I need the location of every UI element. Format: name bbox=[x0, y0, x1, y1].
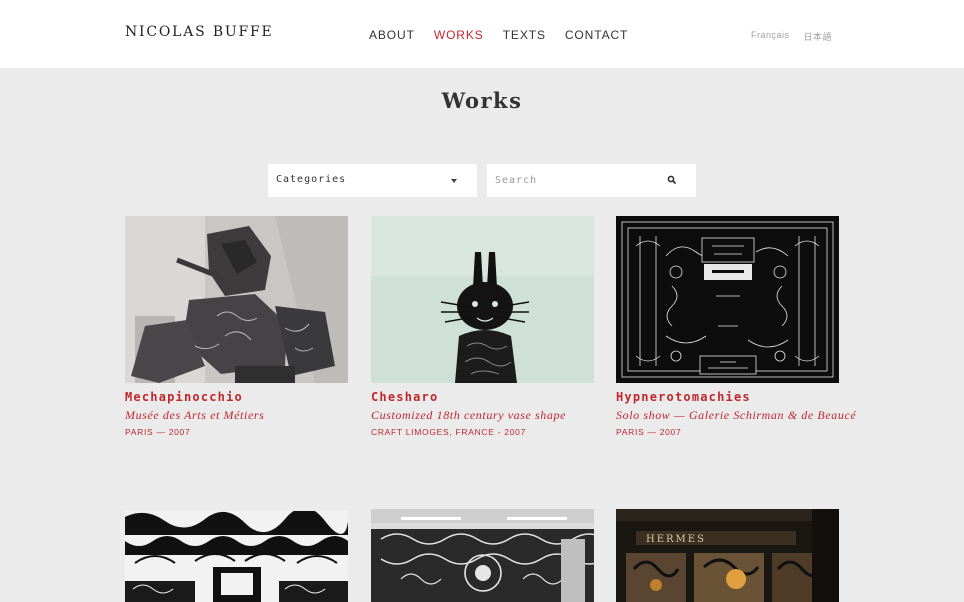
nav-about[interactable]: ABOUT bbox=[369, 28, 415, 42]
work-card[interactable]: Chesharo Customized 18th century vase sh… bbox=[371, 216, 594, 437]
search-icon[interactable] bbox=[665, 173, 679, 187]
search-box bbox=[487, 164, 696, 197]
site-logo[interactable]: NICOLAS BUFFE bbox=[125, 24, 274, 40]
work-meta: PARIS — 2007 bbox=[616, 427, 682, 437]
nav-contact[interactable]: CONTACT bbox=[565, 28, 628, 42]
work-card[interactable] bbox=[125, 511, 348, 602]
store-sign-text: HERMES bbox=[646, 534, 706, 545]
work-card[interactable]: HERMES bbox=[616, 509, 839, 602]
categories-dropdown[interactable]: Categories bbox=[268, 164, 477, 197]
search-input[interactable] bbox=[487, 164, 662, 197]
work-meta: PARIS — 2007 bbox=[125, 427, 191, 437]
work-meta: CRAFT LIMOGES, FRANCE - 2007 bbox=[371, 427, 527, 437]
work-thumbnail[interactable]: HERMES bbox=[616, 509, 839, 602]
work-subtitle: Solo show — Galerie Schirman & de Beaucé bbox=[616, 408, 857, 422]
work-subtitle: Musée des Arts et Métiers bbox=[125, 408, 265, 422]
language-switcher: Français 日本語 bbox=[751, 30, 832, 43]
work-thumbnail[interactable] bbox=[371, 509, 594, 602]
lang-japanese[interactable]: 日本語 bbox=[804, 30, 833, 43]
work-card[interactable]: Mechapinocchio Musée des Arts et Métiers… bbox=[125, 216, 348, 437]
page-title: Works bbox=[441, 88, 523, 113]
main-nav: ABOUT WORKS TEXTS CONTACT bbox=[369, 28, 628, 42]
work-title[interactable]: Hypnerotomachies bbox=[616, 390, 751, 404]
site-header: NICOLAS BUFFE ABOUT WORKS TEXTS CONTACT … bbox=[0, 0, 964, 68]
work-card[interactable] bbox=[371, 509, 594, 602]
nav-texts[interactable]: TEXTS bbox=[503, 28, 546, 42]
caret-down-icon bbox=[451, 179, 457, 183]
work-card[interactable]: Hypnerotomachies Solo show — Galerie Sch… bbox=[616, 216, 856, 437]
work-thumbnail[interactable] bbox=[125, 511, 348, 602]
categories-label: Categories bbox=[276, 174, 347, 185]
work-subtitle: Customized 18th century vase shape bbox=[371, 408, 567, 422]
lang-french[interactable]: Français bbox=[751, 30, 790, 43]
work-title[interactable]: Mechapinocchio bbox=[125, 390, 243, 404]
work-title[interactable]: Chesharo bbox=[371, 390, 438, 404]
work-thumbnail[interactable] bbox=[125, 216, 348, 383]
work-thumbnail[interactable] bbox=[371, 216, 594, 383]
work-thumbnail[interactable] bbox=[616, 216, 839, 383]
nav-works[interactable]: WORKS bbox=[434, 28, 484, 42]
